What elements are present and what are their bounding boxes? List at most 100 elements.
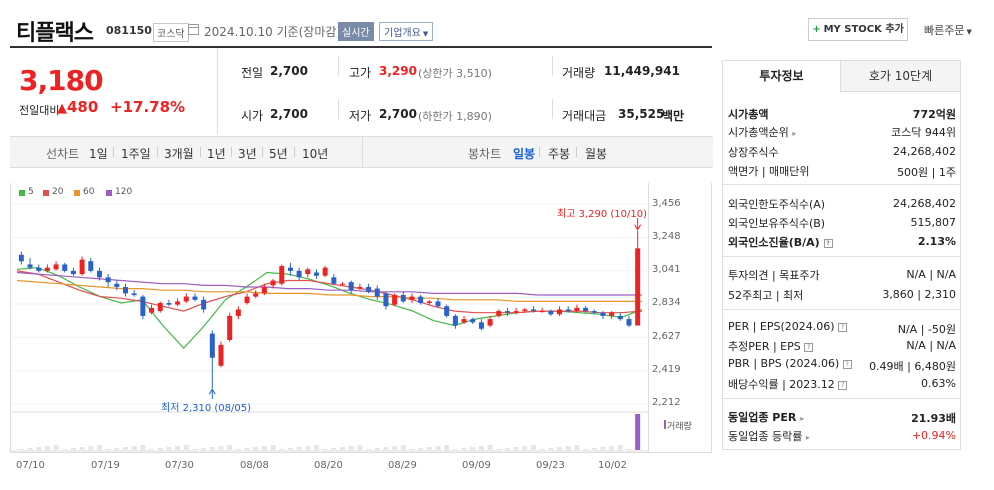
x-tick: 08/29 xyxy=(388,460,417,471)
divider xyxy=(576,147,577,157)
company-overview-dropdown[interactable]: 기업개요 ▼ xyxy=(379,22,434,41)
divider xyxy=(552,56,553,76)
per-label[interactable]: PER | EPS(2024.06) ? xyxy=(728,320,848,333)
market-cap-rank-label[interactable]: 시가총액순위 ▸ xyxy=(728,124,796,140)
tab-orderbook[interactable]: 호가 10단계 xyxy=(841,61,960,92)
volume-bar xyxy=(235,449,241,450)
quick-order-dropdown[interactable]: 빠른주문 ▼ xyxy=(924,22,972,38)
info-icon: ? xyxy=(823,238,833,248)
volume-bar xyxy=(461,448,467,450)
candle-body xyxy=(227,315,233,341)
volume-bar xyxy=(583,449,589,450)
volume-bar xyxy=(340,447,346,450)
listed-shares-value: 24,268,402 xyxy=(893,145,956,158)
volume-bar xyxy=(227,445,233,450)
divider xyxy=(200,147,201,157)
period-5y[interactable]: 5년 xyxy=(269,145,288,162)
volume-bar xyxy=(478,446,484,450)
price-change-rate: +17.78% xyxy=(110,98,186,116)
candle-body xyxy=(461,319,467,323)
candle-body xyxy=(296,270,302,278)
candle-body xyxy=(600,312,606,316)
volume-bar xyxy=(166,447,172,450)
price-change: ▲480 xyxy=(57,98,98,116)
candle-body xyxy=(530,309,536,312)
candle-monthly[interactable]: 월봉 xyxy=(585,145,607,162)
chevron-right-icon: ▸ xyxy=(792,129,797,138)
chevron-down-icon: ▼ xyxy=(422,30,429,38)
period-10y[interactable]: 10년 xyxy=(302,145,328,162)
industry-rate-label[interactable]: 동일업종 등락률 ▸ xyxy=(728,428,810,444)
est-per-label[interactable]: 추정PER | EPS ? xyxy=(728,338,814,354)
prev-compare-label: 전일대비 xyxy=(19,104,60,117)
volume-bar xyxy=(175,446,181,450)
period-3y[interactable]: 3년 xyxy=(238,145,257,162)
candle-body xyxy=(374,288,380,297)
dividend-value: 0.63% xyxy=(921,377,956,390)
x-tick: 08/20 xyxy=(314,460,343,471)
open-value: 2,700 xyxy=(270,107,308,121)
x-tick: 09/09 xyxy=(462,460,491,471)
max-price-annotation: 최고 3,290 (10/10) xyxy=(557,209,648,220)
volume-bar xyxy=(392,446,398,450)
divider xyxy=(338,56,339,76)
period-3m[interactable]: 3개월 xyxy=(164,145,194,162)
per-text: PER | EPS(2024.06) xyxy=(728,320,835,333)
low-value: 2,700 xyxy=(379,107,417,121)
dividend-label[interactable]: 배당수익률 | 2023.12 ? xyxy=(728,376,848,392)
candle-body xyxy=(504,311,510,313)
candle-body xyxy=(18,254,24,262)
tab-investment-info[interactable]: 투자정보 xyxy=(723,61,841,92)
volume-bar xyxy=(530,445,536,450)
volume-bar xyxy=(313,445,319,450)
industry-per-text: 동일업종 PER xyxy=(728,411,797,424)
period-1w[interactable]: 1주일 xyxy=(121,145,151,162)
calendar-icon xyxy=(188,24,199,35)
candle-body xyxy=(62,264,68,271)
volume-legend-swatch xyxy=(664,420,666,429)
pbr-label[interactable]: PBR | BPS (2024.06) ? xyxy=(728,357,852,370)
chart-axis-divider xyxy=(648,183,649,453)
industry-per-label[interactable]: 동일업종 PER ▸ xyxy=(728,409,804,425)
candle-body xyxy=(123,286,129,294)
candle-body xyxy=(88,261,94,271)
foreign-rate-label[interactable]: 외국인소진율(B/A) ? xyxy=(728,234,833,250)
volume-value: 11,449,941 xyxy=(604,64,680,78)
volume-bar xyxy=(557,447,563,450)
candle-body xyxy=(366,286,372,292)
candle-daily[interactable]: 일봉 xyxy=(513,145,535,162)
volume-bar xyxy=(522,446,528,450)
plus-icon: + xyxy=(812,24,821,35)
realtime-button[interactable]: 실시간 xyxy=(338,22,374,41)
low-label: 저가 xyxy=(349,109,372,123)
candle-body xyxy=(609,312,615,316)
add-mystock-button[interactable]: + MY STOCK 추가 xyxy=(808,18,908,41)
candle-body xyxy=(279,266,285,284)
volume-bar xyxy=(504,448,510,450)
volume-bar xyxy=(36,447,42,450)
candlestick-chart[interactable] xyxy=(11,183,648,453)
candle-weekly[interactable]: 주봉 xyxy=(548,145,570,162)
volume-bar xyxy=(131,446,137,450)
est-per-text: 추정PER | EPS xyxy=(728,340,801,353)
period-1d[interactable]: 1일 xyxy=(89,145,108,162)
volume-bar xyxy=(296,447,302,450)
candle-body xyxy=(357,286,363,289)
foreign-rate-value: 2.13% xyxy=(917,235,956,248)
volume-bar xyxy=(114,448,120,450)
candle-body xyxy=(548,311,554,315)
candle-body xyxy=(287,267,293,271)
open-label: 시가 xyxy=(241,109,264,123)
volume-bar xyxy=(53,445,59,450)
section-divider xyxy=(723,398,960,399)
volume-bar xyxy=(183,445,189,450)
y-tick: 2,419 xyxy=(652,364,681,375)
volume-bar xyxy=(600,447,606,450)
volume-bar xyxy=(123,447,129,450)
x-tick: 10/02 xyxy=(598,460,627,471)
candle-body xyxy=(392,294,398,305)
info-icon: ? xyxy=(842,359,852,369)
y-tick: 2,212 xyxy=(652,397,681,408)
candle-body xyxy=(400,294,406,302)
period-1y[interactable]: 1년 xyxy=(207,145,226,162)
